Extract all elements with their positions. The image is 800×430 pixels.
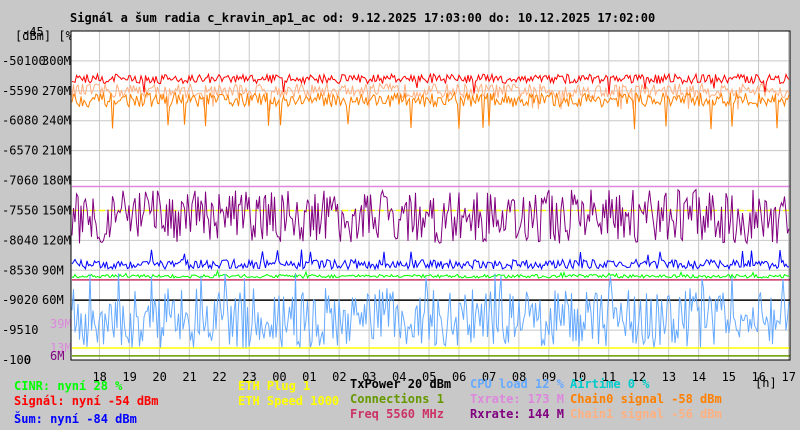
y-tick-pct: 50 xyxy=(24,203,38,217)
y-extra-label: 39M xyxy=(50,317,72,331)
chart-title: Signál a šum radia c_kravin_ap1_ac od: 9… xyxy=(70,11,655,26)
y-tick-dbm: -95 xyxy=(2,323,24,337)
y-extra-label: 6M xyxy=(50,349,64,363)
y-tick-rate: 240M xyxy=(42,114,71,128)
plot-area xyxy=(71,31,790,360)
y-tick-pct: 40 xyxy=(24,233,38,247)
legend-item: Signál: nyní -54 dBm xyxy=(14,394,159,408)
legend-item: TxPower 20 dBm xyxy=(350,377,452,391)
y-tick-dbm: -75 xyxy=(2,203,24,217)
legend-item: ETH Plug 1 xyxy=(238,379,311,393)
legend-item: Airtime 0 % xyxy=(570,377,650,391)
y-tick-rate: 60M xyxy=(42,293,64,307)
x-tick: 19 xyxy=(122,370,136,384)
legend-item: Šum: nyní -84 dBm xyxy=(14,412,137,426)
legend-item: Freq 5560 MHz xyxy=(350,407,444,421)
y-tick-rate: 120M xyxy=(42,233,71,247)
y-tick-dbm: -80 xyxy=(2,233,24,247)
y-tick-pct: 30 xyxy=(24,263,38,277)
legend-item: ETH Speed 1000 xyxy=(238,394,340,408)
y-tick-pct: 10 xyxy=(24,323,38,337)
y-tick-pct: 0 xyxy=(24,353,31,367)
legend-item: Txrate: 173 M xyxy=(470,392,564,406)
y-tick-dbm: -85 xyxy=(2,263,24,277)
legend-item: Rxrate: 144 M xyxy=(470,407,564,421)
y-tick-rate: 90M xyxy=(42,263,64,277)
y-tick-pct: 90 xyxy=(24,84,38,98)
x-tick: 21 xyxy=(182,370,196,384)
y-tick-rate: 210M xyxy=(42,144,71,158)
y-tick-dbm: -50 xyxy=(2,54,24,68)
legend-item: CPU load 12 % xyxy=(470,377,564,391)
x-tick: 17 xyxy=(782,370,796,384)
y-tick-rate: 180M xyxy=(42,174,71,188)
y-tick-dbm: -70 xyxy=(2,174,24,188)
legend-item: CINR: nyní 28 % xyxy=(14,379,123,393)
y-tick-dbm: -60 xyxy=(2,114,24,128)
legend-item: Connections 1 xyxy=(350,392,444,406)
y-tick-pct: 70 xyxy=(24,144,38,158)
y-axis-unit: [dBm] [%] xyxy=(15,29,80,43)
x-tick: 06 xyxy=(452,370,466,384)
x-tick: 16 xyxy=(752,370,766,384)
signal-noise-chart: Signál a šum radia c_kravin_ap1_ac od: 9… xyxy=(2,11,796,390)
x-tick: 13 xyxy=(662,370,676,384)
x-tick: 22 xyxy=(212,370,226,384)
x-tick: 02 xyxy=(332,370,346,384)
y-tick-rate: 270M xyxy=(42,84,71,98)
y-tick-rate: 150M xyxy=(42,203,71,217)
y-tick-pct: 80 xyxy=(24,114,38,128)
legend-item: Chain0 signal -58 dBm xyxy=(570,392,722,406)
y-tick-pct: 60 xyxy=(24,174,38,188)
y-tick-dbm: -55 xyxy=(2,84,24,98)
y-tick-dbm: -65 xyxy=(2,144,24,158)
x-tick: 20 xyxy=(152,370,166,384)
x-tick: 14 xyxy=(692,370,706,384)
y-tick-pct: 20 xyxy=(24,293,38,307)
x-tick: 15 xyxy=(722,370,736,384)
y-tick-rate: 300M xyxy=(42,54,71,68)
y-tick-dbm: -90 xyxy=(2,293,24,307)
chart-window: Signál a šum radia c_kravin_ap1_ac od: 9… xyxy=(0,0,800,430)
legend-item: Chain1 signal -56 dBm xyxy=(570,407,722,421)
